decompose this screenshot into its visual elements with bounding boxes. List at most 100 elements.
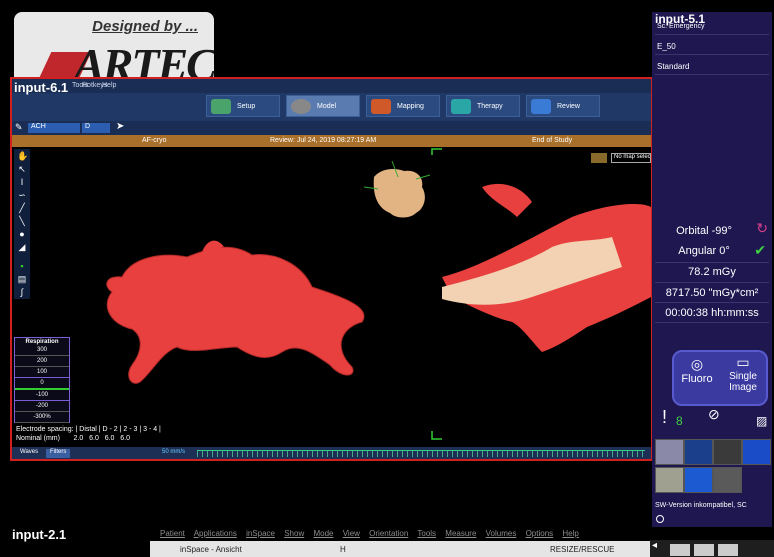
menu-options[interactable]: Options	[526, 529, 554, 538]
map-toggle-icon[interactable]	[591, 153, 607, 163]
pointer-icon[interactable]: ↖	[17, 164, 27, 174]
setup-button[interactable]: Setup	[206, 95, 280, 117]
fluoro-mode-group: ◎ Fluoro ▭ Single Image	[672, 350, 768, 406]
menu-patient[interactable]: Patient	[160, 529, 185, 538]
resize-rescue-button[interactable]: RESIZE/RESCUE	[550, 545, 614, 554]
xray-control-panel: input-5.1 Sc. Emergency E_50 Standard Or…	[652, 12, 772, 527]
lasso-icon[interactable]: ∽	[17, 190, 27, 200]
resp-300: 300	[15, 345, 69, 356]
electrode-spacing-header: Electrode spacing: | Distal | D - 2 | 2 …	[16, 426, 161, 433]
menu-help[interactable]: Help	[102, 82, 116, 89]
therapy-button[interactable]: Therapy	[446, 95, 520, 117]
review-icon	[531, 99, 551, 114]
resp-minus-200: -200	[15, 401, 69, 412]
inspace-menubar: Patient Applications inSpace Show Mode V…	[160, 529, 586, 538]
setup-icon	[211, 99, 231, 114]
cursor-icon[interactable]: ➤	[116, 121, 124, 132]
bottom-right-controls: ◂	[650, 540, 774, 557]
window-title: input-6.1	[14, 80, 69, 95]
review-button[interactable]: Review	[526, 95, 600, 117]
sw-version-warning: SW-Version inkompatibel, SC	[655, 502, 747, 509]
sweep-speed: 50 mm/s	[162, 449, 186, 455]
menu-applications[interactable]: Applications	[194, 529, 237, 538]
camera-button[interactable]	[713, 439, 742, 465]
electrode-spacing: Electrode spacing: | Distal | D - 2 | 2 …	[16, 425, 161, 443]
menu-view[interactable]: View	[343, 529, 360, 538]
menu-orientation[interactable]: Orientation	[369, 529, 408, 538]
electrode-nominal: Nominal (mm) 2.0 6.0 6.0 6.0	[16, 435, 130, 442]
3d-viewport[interactable]: ✋ ↖ I ∽ ╱ ╲ ● ◢ ▪ ▤ ∫ No map selected Re…	[12, 147, 651, 447]
inspace-subbar: inSpace - Ansicht H RESIZE/RESCUE	[150, 541, 650, 557]
layout-arrow-button[interactable]	[684, 439, 713, 465]
therapy-icon	[451, 99, 471, 114]
model-icon	[291, 99, 311, 114]
orientation-marker: H	[340, 545, 346, 554]
orbital-angle: Orbital -99°	[676, 225, 732, 237]
resp-minus-100: -100	[15, 390, 69, 401]
fluoro-icon: ◎	[690, 356, 704, 372]
no-map-selected-dropdown[interactable]: No map selected	[611, 153, 651, 163]
menu-volumes[interactable]: Volumes	[486, 529, 517, 538]
time-ruler	[197, 450, 645, 457]
tool-button-2[interactable]	[694, 544, 714, 556]
mapping-button[interactable]: Mapping	[366, 95, 440, 117]
inspace-window: input-2.1 Patient Applications inSpace S…	[10, 527, 650, 557]
radio-indicator[interactable]	[656, 515, 664, 523]
column-button[interactable]	[713, 467, 742, 493]
ruler-icon[interactable]: ▤	[17, 274, 27, 284]
single-image-icon: ▭	[736, 354, 750, 370]
tool-row: ✎ ACH D ➤	[12, 121, 651, 135]
resp-0: 0	[15, 378, 69, 390]
electrode-select[interactable]: D	[82, 123, 110, 133]
tool-button-1[interactable]	[670, 544, 690, 556]
menu-mode[interactable]: Mode	[313, 529, 333, 538]
angular-angle: Angular 0°	[678, 245, 730, 257]
catheter-select[interactable]: ACH	[28, 123, 80, 133]
check-icon: ✔	[754, 242, 766, 258]
eraser-icon[interactable]: ◢	[17, 242, 27, 252]
tool-button-3[interactable]	[718, 544, 738, 556]
filters-tab[interactable]: Filters	[46, 449, 71, 458]
dap-value: 8717.50 "mGy*cm²	[665, 287, 759, 299]
dose-value: 78.2 mGy	[688, 266, 736, 278]
menu-measure[interactable]: Measure	[445, 529, 476, 538]
thermometer-icon: ǃ	[662, 407, 668, 427]
waves-tab[interactable]: Waves	[16, 449, 42, 458]
single-image-button[interactable]: ▭ Single Image	[720, 352, 766, 404]
layout-grid-button[interactable]	[655, 439, 684, 465]
mapping-icon	[371, 99, 391, 114]
left-tool-strip: ✋ ↖ I ∽ ╱ ╲ ● ◢ ▪ ▤ ∫	[14, 149, 30, 299]
main-mapping-window: Tools Hotkeys Help input-6.1 Setup Model…	[10, 77, 653, 461]
standard-program[interactable]: Standard	[657, 62, 689, 71]
text-cursor-icon[interactable]: I	[17, 177, 27, 187]
bottom-window-title: input-2.1	[12, 527, 67, 542]
e-setting: E_50	[657, 42, 676, 51]
hand-icon[interactable]: ✋	[17, 151, 28, 161]
menu-show[interactable]: Show	[284, 529, 304, 538]
pencil-icon[interactable]: ✎	[15, 122, 23, 133]
warning-icon: ↻	[756, 220, 768, 236]
inspace-view-label: inSpace - Ansicht	[180, 545, 242, 554]
collapse-arrow-icon[interactable]: ◂	[652, 540, 657, 551]
menu-inspace[interactable]: inSpace	[246, 529, 275, 538]
brush-icon[interactable]: ╲	[17, 216, 27, 226]
point-icon[interactable]: ●	[17, 229, 27, 239]
review-timestamp: Review: Jul 24, 2019 08:27:19 AM	[270, 137, 377, 144]
green-tag-icon[interactable]: ▪	[17, 261, 27, 271]
end-of-study[interactable]: End of Study	[532, 137, 572, 144]
respiration-scale: Respiration 300 200 100 0 -100 -200 -300…	[14, 337, 70, 423]
emergency-mode: Sc. Emergency	[657, 23, 705, 30]
ruler-button[interactable]	[655, 467, 684, 493]
model-button[interactable]: Model	[286, 95, 360, 117]
export-button[interactable]	[742, 439, 771, 465]
logo-designed-by: Designed by ...	[92, 18, 198, 35]
grid-icon: ▨	[756, 414, 768, 428]
menu-tools[interactable]: Tools	[417, 529, 436, 538]
line-tool-icon[interactable]: ╱	[17, 203, 27, 213]
fluoro-button[interactable]: ◎ Fluoro	[676, 352, 718, 404]
curve-tool-icon[interactable]: ∫	[17, 287, 27, 297]
menu-help[interactable]: Help	[562, 529, 578, 538]
monitor-button[interactable]	[684, 467, 713, 493]
study-name: AF-cryo	[142, 137, 167, 144]
status-8-icon: 8	[676, 414, 683, 428]
